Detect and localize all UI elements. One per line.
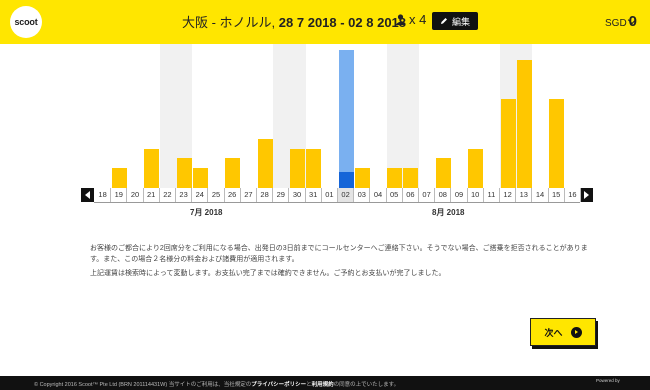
- top-header: scoot 大阪 - ホノルル, 28 7 2018 - 02 8 2018 x…: [0, 0, 650, 44]
- month-label-august: 8月 2018: [432, 208, 465, 217]
- fare-bar-10[interactable]: [468, 148, 484, 188]
- date-tick-24[interactable]: 24: [192, 188, 209, 202]
- date-tick-08[interactable]: 08: [435, 188, 452, 202]
- copyright-prefix: © Copyright 2016 Scoot™ Pte Ltd (BRN 201…: [34, 382, 252, 388]
- fare-notes: お客様のご都合により2回席分をご利用になる場合、出発日の3日前までにコールセンタ…: [90, 244, 600, 284]
- date-tick-25[interactable]: 25: [208, 188, 225, 202]
- day-band-05: [386, 44, 403, 188]
- selected-fare-bar-02[interactable]: [338, 50, 354, 188]
- date-tick-18[interactable]: 18: [95, 188, 112, 202]
- fare-bar-26[interactable]: [225, 158, 241, 188]
- date-tick-03[interactable]: 03: [354, 188, 371, 202]
- date-tick-28[interactable]: 28: [257, 188, 274, 202]
- date-tick-21[interactable]: 21: [144, 188, 160, 202]
- arrow-circle-icon: [570, 326, 582, 338]
- date-tick-19[interactable]: 19: [111, 188, 128, 202]
- date-tick-12[interactable]: 12: [500, 188, 517, 202]
- date-tick-31[interactable]: 31: [306, 188, 322, 202]
- scoot-logo[interactable]: scoot: [10, 6, 42, 38]
- arrow-right-icon: [584, 191, 589, 199]
- date-tick-11[interactable]: 11: [484, 188, 500, 202]
- date-tick-15[interactable]: 15: [549, 188, 565, 202]
- fare-bar-12[interactable]: [500, 99, 516, 188]
- fare-bar-28[interactable]: [257, 138, 273, 188]
- edit-label: 編集: [452, 16, 471, 27]
- note-paragraph-2: 上記運賃は検索時によって変動します。お支払い完了までは確約できません。ご予約とお…: [90, 270, 446, 277]
- date-tick-14[interactable]: 14: [532, 188, 549, 202]
- date-tick-13[interactable]: 13: [516, 188, 533, 202]
- arrow-left-icon: [85, 191, 90, 199]
- travel-dates: 28 7 2018 - 02 8 2018: [278, 15, 407, 30]
- fare-bar-21[interactable]: [144, 148, 160, 188]
- edit-button[interactable]: 編集: [432, 12, 479, 30]
- month-label-july: 7月 2018: [190, 208, 223, 217]
- date-tick-22[interactable]: 22: [160, 188, 176, 202]
- date-tick-07[interactable]: 07: [419, 188, 436, 202]
- logo-text: scoot: [14, 17, 38, 27]
- fare-bar-24[interactable]: [192, 168, 208, 188]
- date-tick-29[interactable]: 29: [273, 188, 290, 202]
- powered-by: Powered by: [596, 378, 620, 383]
- person-icon: [395, 14, 406, 25]
- date-tick-23[interactable]: 23: [176, 188, 193, 202]
- fare-bar-23[interactable]: [176, 158, 192, 188]
- fare-bar-30[interactable]: [290, 148, 305, 188]
- fare-bar-19[interactable]: [111, 168, 127, 188]
- date-tick-27[interactable]: 27: [241, 188, 257, 202]
- next-label: 次へ: [544, 327, 563, 338]
- fare-bar-08[interactable]: [435, 158, 451, 188]
- privacy-policy-link[interactable]: プライバシーポリシー: [251, 382, 306, 388]
- fare-bar-chart: [95, 44, 580, 188]
- day-band-06: [402, 44, 419, 188]
- fare-bar-15[interactable]: [549, 99, 565, 188]
- next-button[interactable]: 次へ: [530, 318, 596, 346]
- fare-bar-06[interactable]: [403, 168, 419, 188]
- fare-bar-03[interactable]: [354, 168, 370, 188]
- date-tick-04[interactable]: 04: [370, 188, 387, 202]
- date-tick-06[interactable]: 06: [403, 188, 419, 202]
- day-band-29: [273, 44, 290, 188]
- pax-count-text: x 4: [409, 12, 427, 27]
- date-axis-line: [94, 202, 580, 203]
- currency-code: SGD: [605, 18, 627, 29]
- date-tick-30[interactable]: 30: [289, 188, 306, 202]
- date-tick-20[interactable]: 20: [127, 188, 144, 202]
- passenger-count: x 4: [395, 12, 426, 27]
- note-paragraph-1: お客様のご都合により2回席分をご利用になる場合、出発日の3日前までにコールセンタ…: [90, 245, 588, 263]
- day-band-22: [159, 44, 176, 188]
- route-label: 大阪 - ホノルル,: [182, 15, 276, 30]
- terms-link[interactable]: 利用規約: [312, 382, 334, 388]
- prev-dates-button[interactable]: [81, 188, 94, 202]
- date-tick-26[interactable]: 26: [225, 188, 241, 202]
- footer: © Copyright 2016 Scoot™ Pte Ltd (BRN 201…: [0, 376, 650, 390]
- next-dates-button[interactable]: [580, 188, 593, 202]
- copyright-suffix: の同意の上でいたします。: [333, 382, 400, 388]
- route-summary: 大阪 - ホノルル, 28 7 2018 - 02 8 2018: [182, 12, 406, 31]
- date-tick-16[interactable]: 16: [565, 188, 581, 202]
- fare-bar-05[interactable]: [387, 168, 403, 188]
- fare-bar-13[interactable]: [516, 59, 532, 188]
- date-tick-02[interactable]: 02: [338, 188, 355, 202]
- copyright-text: © Copyright 2016 Scoot™ Pte Ltd (BRN 201…: [34, 380, 399, 388]
- date-tick-01[interactable]: 01: [322, 188, 338, 202]
- pencil-icon: [441, 18, 447, 24]
- date-tick-10[interactable]: 10: [468, 188, 484, 202]
- selected-bar-base: [338, 172, 354, 188]
- date-tick-05[interactable]: 05: [387, 188, 403, 202]
- fare-bar-31[interactable]: [306, 148, 322, 188]
- date-tick-09[interactable]: 09: [451, 188, 468, 202]
